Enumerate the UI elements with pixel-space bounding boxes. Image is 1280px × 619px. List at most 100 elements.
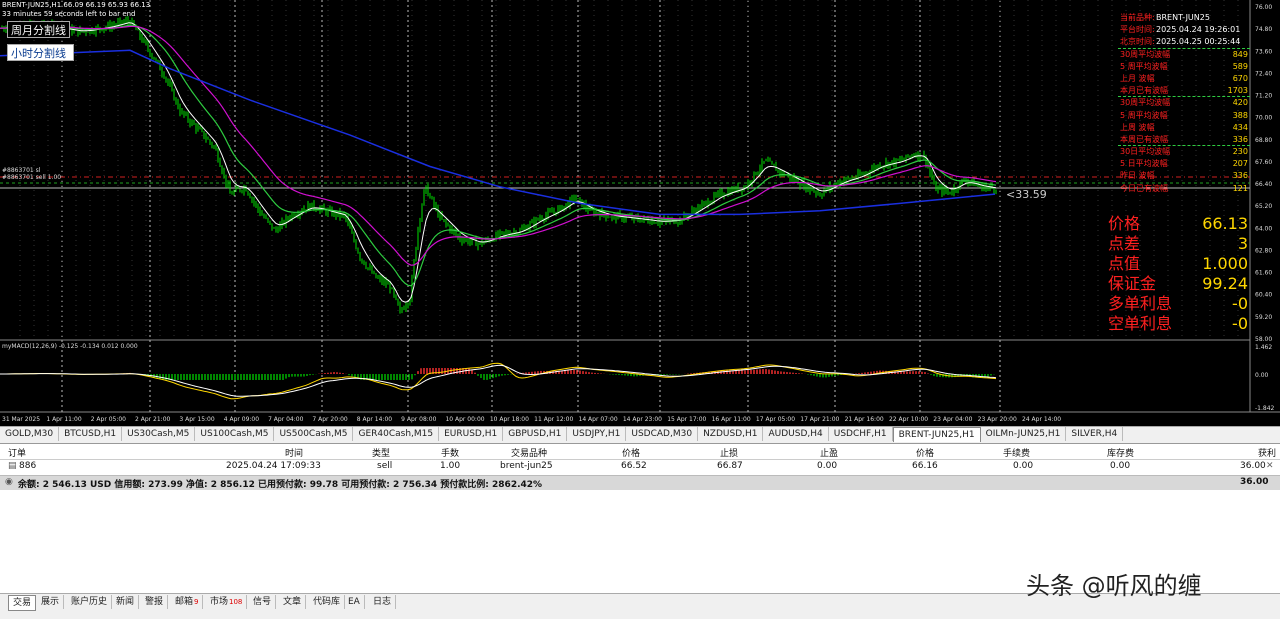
col-current-price[interactable]: 价格 bbox=[916, 446, 934, 459]
symbol-tab[interactable]: SILVER,H4 bbox=[1066, 427, 1124, 441]
info-label: 5 日平均波幅 bbox=[1120, 159, 1168, 169]
info-row: 今日已有波幅 121 bbox=[1118, 183, 1250, 195]
time-tick-label: 24 Apr 14:00 bbox=[1022, 416, 1061, 423]
symbol-tab[interactable]: USDCHF,H1 bbox=[829, 427, 893, 441]
col-order[interactable]: 订单 bbox=[8, 446, 26, 459]
symbol-tab[interactable]: US500Cash,M5 bbox=[274, 427, 354, 441]
volatility-info-panel: 当前品种: BRENT-JUN25 平台时间: 2025.04.24 19:26:01… bbox=[1118, 12, 1250, 195]
terminal-tab[interactable]: 代码库 bbox=[309, 595, 346, 609]
price-info-row: 点差 3 bbox=[1100, 234, 1250, 254]
green-ma-line bbox=[0, 24, 997, 287]
row-symbol: brent-jun25 bbox=[500, 461, 553, 471]
table-row[interactable]: ▤ 886 2025.04.24 17:09:33 sell 1.00 bren… bbox=[0, 461, 1280, 474]
time-tick-label: 7 Apr 04:00 bbox=[268, 416, 303, 423]
symbol-tab[interactable]: US30Cash,M5 bbox=[122, 427, 196, 441]
price-tick-label: 76.00 bbox=[1255, 4, 1272, 11]
price-info-row: 多单利息 -0 bbox=[1100, 294, 1250, 314]
time-tick-label: 8 Apr 14:00 bbox=[357, 416, 392, 423]
col-profit[interactable]: 获利 bbox=[1258, 446, 1276, 459]
time-tick-label: 10 Apr 00:00 bbox=[445, 416, 484, 423]
terminal-tab-label: 新闻 bbox=[116, 597, 135, 607]
info-row: 昨日 波幅 336 bbox=[1118, 170, 1250, 182]
symbol-tab[interactable]: US100Cash,M5 bbox=[195, 427, 275, 441]
time-tick-label: 10 Apr 18:00 bbox=[490, 416, 529, 423]
blue-ma-line bbox=[0, 49, 996, 216]
info-row: 30周平均波幅 849 bbox=[1118, 49, 1250, 61]
terminal-tab[interactable]: 警报 bbox=[141, 595, 169, 609]
terminal-tab-label: 日志 bbox=[373, 597, 392, 607]
info-row: 北京时间: 2025.04.25 00:25:44 bbox=[1118, 36, 1250, 49]
close-order-icon[interactable]: ✕ bbox=[1266, 461, 1274, 471]
price-tick-label: 68.80 bbox=[1255, 137, 1272, 144]
price-info-row: 点值 1.000 bbox=[1100, 254, 1250, 274]
info-row: 本月已有波幅 1703 bbox=[1118, 85, 1250, 98]
terminal-tab-label: 文章 bbox=[283, 597, 302, 607]
info-label: 昨日 波幅 bbox=[1120, 171, 1155, 181]
week-month-split-button[interactable]: 周月分割线 bbox=[7, 21, 70, 38]
terminal-tab[interactable]: 新闻 bbox=[112, 595, 140, 609]
col-sl[interactable]: 止损 bbox=[720, 446, 738, 459]
price-info-value: 66.13 bbox=[1202, 214, 1248, 233]
row-profit: 36.00 bbox=[1240, 461, 1266, 471]
macd-tick-label: 1.462 bbox=[1255, 344, 1272, 351]
row-lots: 1.00 bbox=[440, 461, 461, 471]
symbol-tab[interactable]: AUDUSD,H4 bbox=[763, 427, 829, 441]
time-tick-label: 15 Apr 17:00 bbox=[667, 416, 706, 423]
time-tick-label: 17 Apr 21:00 bbox=[800, 416, 839, 423]
col-swap[interactable]: 库存费 bbox=[1107, 446, 1134, 459]
col-commission[interactable]: 手续费 bbox=[1003, 446, 1030, 459]
symbol-tab[interactable]: GOLD,M30 bbox=[0, 427, 60, 441]
chart-window[interactable]: 76.00 74.80 73.60 72.40 71.20 70.00 68.80 67.60… bbox=[0, 0, 1280, 426]
price-info-label: 点值 bbox=[1108, 254, 1141, 273]
symbol-tab[interactable]: GBPUSD,H1 bbox=[503, 427, 568, 441]
tab-badge: 108 bbox=[229, 598, 243, 606]
info-value: 1703 bbox=[1227, 86, 1248, 96]
symbol-tab[interactable]: OILMn-JUN25,H1 bbox=[981, 427, 1067, 441]
terminal-tab[interactable]: 日志 bbox=[369, 595, 397, 609]
col-time[interactable]: 时间 bbox=[285, 446, 303, 459]
col-type[interactable]: 类型 bbox=[372, 446, 390, 459]
info-value: 849 bbox=[1232, 49, 1248, 59]
account-icon: ◉ bbox=[5, 477, 13, 487]
symbol-tab[interactable]: BTCUSD,H1 bbox=[59, 427, 123, 441]
watermark: 头条 @听风的缠 bbox=[1026, 572, 1202, 600]
time-tick-label: 23 Apr 04:00 bbox=[933, 416, 972, 423]
price-info-label: 保证金 bbox=[1108, 274, 1157, 293]
col-symbol[interactable]: 交易品种 bbox=[511, 446, 547, 459]
col-price[interactable]: 价格 bbox=[622, 446, 640, 459]
terminal-tab[interactable]: 展示 bbox=[37, 595, 65, 609]
price-chart[interactable]: 76.00 74.80 73.60 72.40 71.20 70.00 68.80 67.60… bbox=[0, 0, 1280, 426]
info-row: 当前品种: BRENT-JUN25 bbox=[1118, 12, 1250, 24]
col-lots[interactable]: 手数 bbox=[441, 446, 459, 459]
account-summary: 余额: 2 546.13 USD 信用额: 273.99 净值: 2 856.1… bbox=[18, 480, 543, 490]
symbol-tab[interactable]: NZDUSD,H1 bbox=[698, 427, 764, 441]
col-tp[interactable]: 止盈 bbox=[820, 446, 838, 459]
terminal-tab[interactable]: 信号 bbox=[249, 595, 277, 609]
info-label: 本周已有波幅 bbox=[1120, 134, 1168, 144]
symbol-tab[interactable]: USDJPY,H1 bbox=[567, 427, 627, 441]
price-tick-label: 66.40 bbox=[1255, 181, 1272, 188]
time-tick-label: 1 Apr 11:00 bbox=[46, 416, 81, 423]
terminal-tab[interactable]: EA bbox=[344, 595, 365, 609]
time-tick-label: 17 Apr 05:00 bbox=[756, 416, 795, 423]
terminal-tab[interactable]: 市场108 bbox=[206, 595, 248, 609]
symbol-tab[interactable]: USDCAD,M30 bbox=[626, 427, 699, 441]
symbol-tab[interactable]: GER40Cash,M15 bbox=[353, 427, 440, 441]
hour-split-button[interactable]: 小时分割线 bbox=[7, 44, 74, 61]
symbol-tab[interactable]: EURUSD,H1 bbox=[439, 427, 504, 441]
time-tick-label: 22 Apr 10:00 bbox=[889, 416, 928, 423]
price-tick-label: 64.00 bbox=[1255, 225, 1272, 232]
terminal-table-header: 订单 时间 类型 手数 交易品种 价格 止损 止盈 价格 手续费 库存费 获利 bbox=[0, 446, 1280, 460]
price-info-value: 99.24 bbox=[1202, 274, 1248, 293]
terminal-tab[interactable]: 账户历史 bbox=[67, 595, 113, 609]
terminal-tab[interactable]: 文章 bbox=[279, 595, 307, 609]
terminal-tab[interactable]: 邮箱9 bbox=[171, 595, 204, 609]
symbol-tab[interactable]: BRENT-JUN25,H1 bbox=[892, 427, 981, 442]
time-tick-label: 14 Apr 23:00 bbox=[623, 416, 662, 423]
terminal-tab[interactable]: 交易 bbox=[8, 595, 37, 611]
info-value: 121 bbox=[1232, 183, 1248, 193]
order-sell-label: #8863701 sell 1.00 bbox=[2, 174, 62, 181]
price-info-label: 空单利息 bbox=[1108, 314, 1173, 333]
info-value: 420 bbox=[1232, 98, 1248, 108]
info-label: 当前品种: bbox=[1120, 13, 1155, 22]
